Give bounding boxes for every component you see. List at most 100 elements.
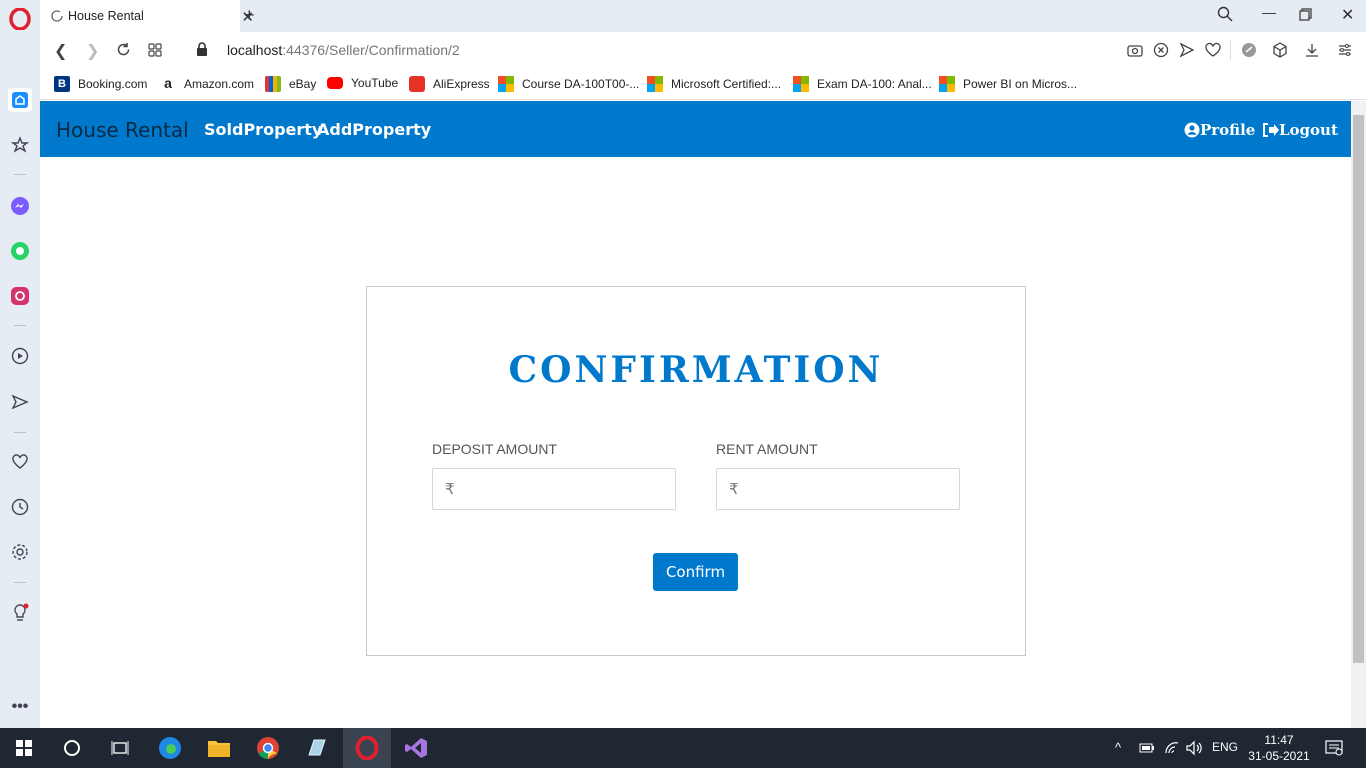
confirm-button[interactable]: Confirm — [653, 553, 738, 591]
url-field[interactable]: localhost:44376/Seller/Confirmation/2 — [227, 42, 460, 58]
amazon-icon: a — [164, 75, 172, 91]
opera-logo-icon[interactable] — [9, 8, 31, 30]
minimize-icon[interactable]: — — [1262, 4, 1276, 20]
url-path: :44376/Seller/Confirmation/2 — [282, 42, 460, 58]
deposit-amount-input[interactable] — [462, 470, 675, 508]
rent-amount-label: RENT AMOUNT — [716, 441, 818, 457]
rupee-icon: ₹ — [729, 481, 739, 498]
tiles-grid-icon[interactable] — [148, 43, 162, 57]
vpn-icon[interactable] — [1241, 42, 1257, 58]
task-view-icon[interactable] — [96, 728, 144, 768]
tab-bar: House Rental ✕ + — ✕ — [40, 0, 1366, 32]
sign-out-icon — [1263, 123, 1279, 137]
notifications-icon[interactable] — [1325, 740, 1343, 756]
bookmark-power-bi[interactable]: Power BI on Micros... — [939, 76, 1077, 92]
back-arrow-icon[interactable]: ❮ — [54, 41, 67, 61]
speed-dial-star-icon[interactable] — [8, 133, 32, 157]
edge-browser-icon[interactable] — [146, 728, 194, 768]
confirmation-card: CONFIRMATION DEPOSIT AMOUNT ₹ RENT AMOUN… — [366, 286, 1026, 656]
bookmark-label: Course DA-100T00-... — [522, 77, 640, 91]
flow-send-icon[interactable] — [8, 390, 32, 414]
snapshot-camera-icon[interactable] — [1127, 42, 1143, 58]
bookmark-exam[interactable]: Exam DA-100: Anal... — [793, 76, 932, 92]
wifi-icon[interactable] — [1164, 741, 1180, 755]
volume-icon[interactable] — [1186, 740, 1203, 756]
battery-icon[interactable] — [1139, 741, 1155, 755]
ebay-icon — [265, 76, 281, 92]
flow-arrow-icon[interactable] — [1179, 42, 1195, 58]
page-scrollbar[interactable] — [1351, 101, 1366, 728]
clock-time: 11:47 — [1264, 733, 1294, 747]
bookmark-label: Booking.com — [78, 77, 148, 91]
bookmark-label: AliExpress — [433, 77, 490, 91]
bookmark-label: Power BI on Micros... — [963, 77, 1078, 91]
instagram-icon[interactable] — [8, 284, 32, 308]
history-clock-icon[interactable] — [8, 495, 32, 519]
more-dots-icon[interactable]: ••• — [8, 695, 32, 719]
deposit-amount-field[interactable]: ₹ — [432, 468, 676, 510]
bookmark-label: eBay — [289, 77, 317, 91]
profile-link[interactable]: Profile — [1184, 121, 1255, 139]
lock-icon[interactable] — [196, 42, 208, 57]
windows-taskbar: ^ ENG 11:47 31-05-2021 — [0, 728, 1366, 768]
reload-icon[interactable] — [116, 42, 131, 57]
favorites-heart-icon[interactable] — [8, 450, 32, 474]
bookmark-label: YouTube — [351, 76, 399, 90]
download-icon[interactable] — [1304, 42, 1320, 58]
lightbulb-icon[interactable] — [8, 601, 32, 625]
bookmark-course[interactable]: Course DA-100T00-... — [498, 76, 639, 92]
visual-studio-icon[interactable] — [392, 728, 440, 768]
rent-amount-input[interactable] — [746, 470, 959, 508]
booking-icon: B — [54, 76, 70, 92]
brand-link[interactable]: House Rental — [56, 118, 189, 142]
youtube-icon — [327, 77, 343, 89]
search-circle-icon[interactable] — [48, 728, 96, 768]
settings-gear-icon[interactable] — [8, 540, 32, 564]
microsoft-icon — [498, 76, 514, 92]
windows-start-icon[interactable] — [0, 728, 48, 768]
bookmark-microsoft-certified[interactable]: Microsoft Certified:... — [647, 76, 781, 92]
web-page: House Rental SoldProperty AddProperty Pr… — [40, 101, 1351, 728]
nav-sold-property[interactable]: SoldProperty — [204, 120, 322, 139]
new-tab-plus-icon[interactable]: + — [244, 5, 255, 26]
browser-sidebar: ••• — [0, 0, 40, 728]
chrome-icon[interactable] — [244, 728, 292, 768]
easy-setup-icon[interactable] — [1337, 42, 1353, 58]
bookmark-youtube[interactable]: YouTube — [327, 76, 398, 90]
close-window-icon[interactable]: ✕ — [1341, 5, 1354, 25]
heart-icon[interactable] — [1205, 42, 1221, 58]
bookmark-amazon[interactable]: a Amazon.com — [160, 76, 254, 92]
address-bar: ❮ ❯ localhost:44376/Seller/Confirmation/… — [40, 32, 1366, 68]
messenger-icon[interactable] — [8, 194, 32, 218]
player-icon[interactable] — [8, 344, 32, 368]
bookmark-label: Microsoft Certified:... — [671, 77, 782, 91]
home-icon[interactable] — [8, 88, 32, 112]
loading-spinner-icon — [51, 10, 63, 22]
bookmark-aliexpress[interactable]: AliExpress — [409, 76, 490, 92]
tab-house-rental[interactable]: House Rental ✕ — [40, 0, 254, 32]
scroll-thumb[interactable] — [1353, 115, 1364, 663]
whatsapp-icon[interactable] — [8, 239, 32, 263]
system-clock[interactable]: 11:47 31-05-2021 — [1244, 732, 1314, 764]
extensions-cube-icon[interactable] — [1272, 42, 1288, 58]
notes-app-icon[interactable] — [293, 728, 341, 768]
logout-link[interactable]: Logout — [1262, 121, 1338, 139]
rent-amount-field[interactable]: ₹ — [716, 468, 960, 510]
input-language[interactable]: ENG — [1212, 740, 1238, 754]
nav-add-property[interactable]: AddProperty — [317, 120, 431, 139]
bookmark-booking[interactable]: B Booking.com — [54, 76, 147, 92]
bookmark-ebay[interactable]: eBay — [265, 76, 316, 92]
profile-label: Profile — [1200, 121, 1256, 139]
page-title: CONFIRMATION — [508, 349, 884, 391]
aliexpress-icon — [409, 76, 425, 92]
file-explorer-icon[interactable] — [195, 728, 243, 768]
opera-taskbar-icon[interactable] — [343, 728, 391, 768]
restore-icon[interactable] — [1299, 8, 1312, 21]
rupee-icon: ₹ — [445, 481, 455, 498]
adblock-icon[interactable] — [1153, 42, 1169, 58]
forward-arrow-icon[interactable]: ❯ — [86, 41, 99, 61]
show-hidden-icons-icon[interactable]: ^ — [1115, 740, 1121, 755]
search-tabs-icon[interactable] — [1217, 6, 1233, 22]
microsoft-icon — [793, 76, 809, 92]
url-host: localhost — [227, 42, 283, 58]
